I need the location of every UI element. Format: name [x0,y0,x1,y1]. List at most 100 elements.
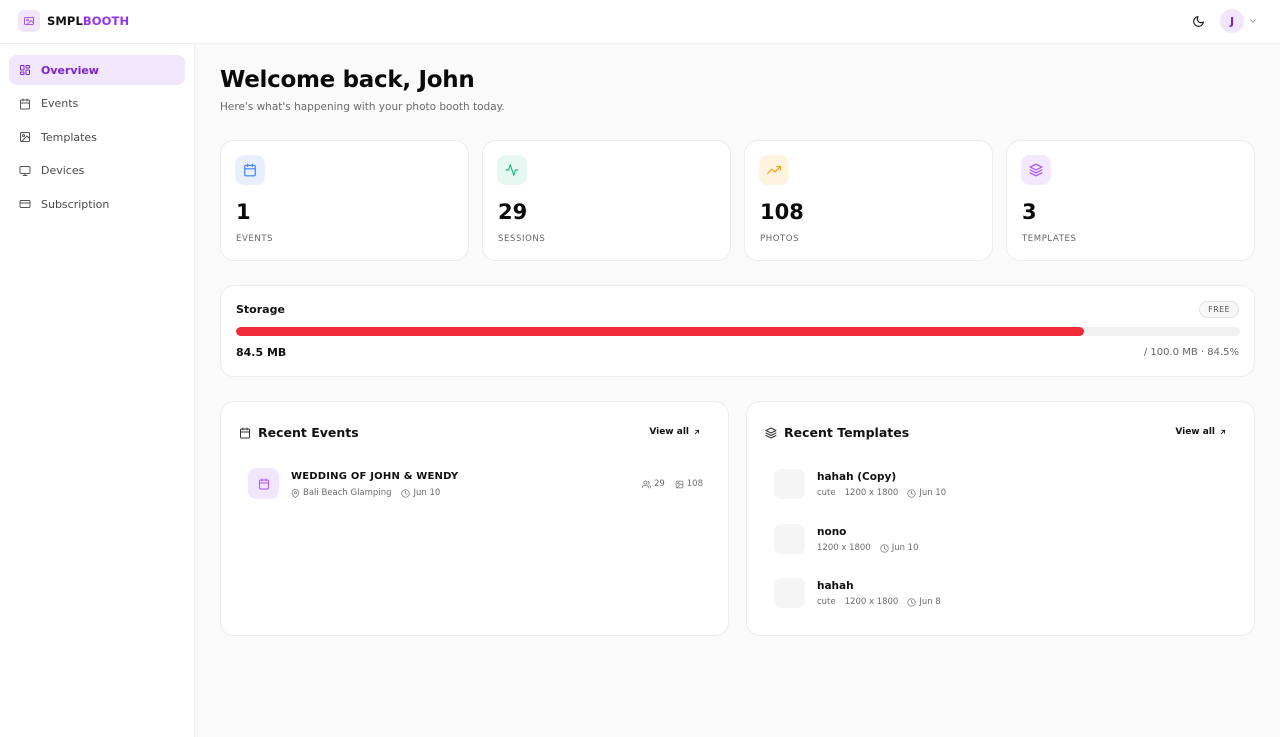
brand-accent: BOOTH [82,14,130,28]
sidebar-item-events[interactable]: Events [9,89,185,119]
template-name: nono [817,526,847,538]
event-photos: 108 [675,479,703,489]
monitor-icon [19,165,31,176]
stat-label: SESSIONS [498,234,546,244]
calendar-icon [248,468,279,499]
template-date: Jun 10 [907,488,946,498]
view-all-templates-link[interactable]: View all [1175,427,1227,437]
panel-title: Recent Templates [784,425,910,440]
template-name: hahah (Copy) [817,471,897,483]
view-all-label: View all [1175,427,1215,437]
event-meta: Bali Beach Glamping Jun 10 [291,488,440,498]
stat-value: 1 [236,200,251,224]
template-tag: cute [817,597,836,607]
stat-card-templates: 3 TEMPLATES [1006,140,1255,261]
brand-prefix: SMPL [47,14,83,28]
clock-icon [880,543,889,553]
logo[interactable]: SMPLBOOTH [18,10,129,32]
stat-card-photos: 108 PHOTOS [744,140,993,261]
brand-name: SMPLBOOTH [47,14,129,28]
calendar-icon [240,427,250,438]
storage-used: 84.5 MB [236,346,287,359]
template-date: Jun 10 [880,543,919,553]
image-icon [675,480,684,488]
stat-label: PHOTOS [760,234,800,244]
template-date: Jun 8 [907,597,941,607]
plan-badge: FREE [1199,301,1239,318]
activity-icon [497,155,527,185]
template-tag: cute [817,488,836,498]
sidebar-item-label: Overview [41,63,99,77]
stat-value: 29 [498,200,528,224]
event-counts: 29 108 [641,479,703,489]
sidebar-item-subscription[interactable]: Subscription [9,189,185,219]
theme-toggle-button[interactable] [1188,9,1208,33]
stat-label: TEMPLATES [1022,234,1077,244]
date-text: Jun 10 [413,488,441,498]
sidebar-item-label: Subscription [41,197,110,211]
image-icon [20,132,30,142]
avatar[interactable]: J [1220,9,1244,33]
template-name: hahah [817,580,854,592]
storage-total: / 100.0 MB · 84.5% [1143,347,1239,358]
recent-templates-panel: Recent Templates View all hahah (Copy) c… [746,401,1255,636]
template-size: 1200 x 1800 [844,597,899,607]
event-list-item[interactable]: WEDDING OF JOHN & WENDY Bali Beach Glamp… [248,468,703,500]
template-meta: cute 1200 x 1800 Jun 8 [817,597,941,607]
panel-title: Recent Events [258,425,359,440]
event-location: Bali Beach Glamping [291,488,391,498]
arrow-up-right-icon [1220,429,1226,435]
top-bar: SMPLBOOTH J [0,0,1280,44]
template-meta: 1200 x 1800 Jun 10 [817,543,919,553]
sidebar-item-label: Events [41,97,79,110]
photos-count: 108 [686,479,703,489]
calendar-icon [235,155,265,185]
template-meta: cute 1200 x 1800 Jun 10 [817,488,946,498]
event-sessions: 29 [641,479,665,489]
clock-icon [907,597,916,607]
event-date: Jun 10 [401,488,440,498]
sidebar-item-label: Devices [41,164,85,177]
credit-card-icon [19,200,31,208]
map-pin-icon [291,488,300,498]
sidebar-item-label: Templates [41,130,97,144]
template-thumbnail [774,578,805,608]
stat-value: 108 [760,200,804,224]
logo-image-icon [18,10,40,32]
storage-progress-fill [236,327,1085,336]
template-thumbnail [774,469,805,499]
date-text: Jun 10 [919,488,947,498]
template-size: 1200 x 1800 [817,543,871,553]
clock-icon [401,488,411,498]
sidebar: Overview Events Templates Devices Subscr… [0,44,195,737]
page-subtitle: Here's what's happening with your photo … [220,101,505,113]
user-menu[interactable]: J [1220,9,1258,33]
chevron-down-icon [1250,19,1256,23]
template-list-item[interactable]: nono 1200 x 1800 Jun 10 [774,524,1229,556]
template-list-item[interactable]: hahah (Copy) cute 1200 x 1800 Jun 10 [774,469,1229,501]
sidebar-item-overview[interactable]: Overview [9,55,185,85]
event-name: WEDDING OF JOHN & WENDY [291,471,459,482]
calendar-icon [20,98,30,109]
view-all-events-link[interactable]: View all [649,427,701,437]
date-text: Jun 8 [919,597,941,607]
clock-icon [907,488,916,498]
date-text: Jun 10 [891,543,919,553]
layers-icon [765,427,777,438]
template-size: 1200 x 1800 [844,488,899,498]
recent-events-panel: Recent Events View all WEDDING OF JOHN &… [220,401,729,636]
stat-card-sessions: 29 SESSIONS [482,140,731,261]
layout-grid-icon [20,65,30,75]
sidebar-item-devices[interactable]: Devices [9,156,185,186]
main-content: Welcome back, John Here's what's happeni… [195,44,1280,737]
stat-value: 3 [1022,200,1037,224]
sessions-count: 29 [653,479,665,489]
users-icon [641,480,651,488]
view-all-label: View all [649,427,689,437]
trending-up-icon [759,155,789,185]
stat-label: EVENTS [236,234,274,244]
template-list-item[interactable]: hahah cute 1200 x 1800 Jun 8 [774,578,1229,610]
page-title: Welcome back, John [220,67,475,93]
storage-card: Storage FREE 84.5 MB / 100.0 MB · 84.5% [220,285,1255,377]
sidebar-item-templates[interactable]: Templates [9,122,185,152]
